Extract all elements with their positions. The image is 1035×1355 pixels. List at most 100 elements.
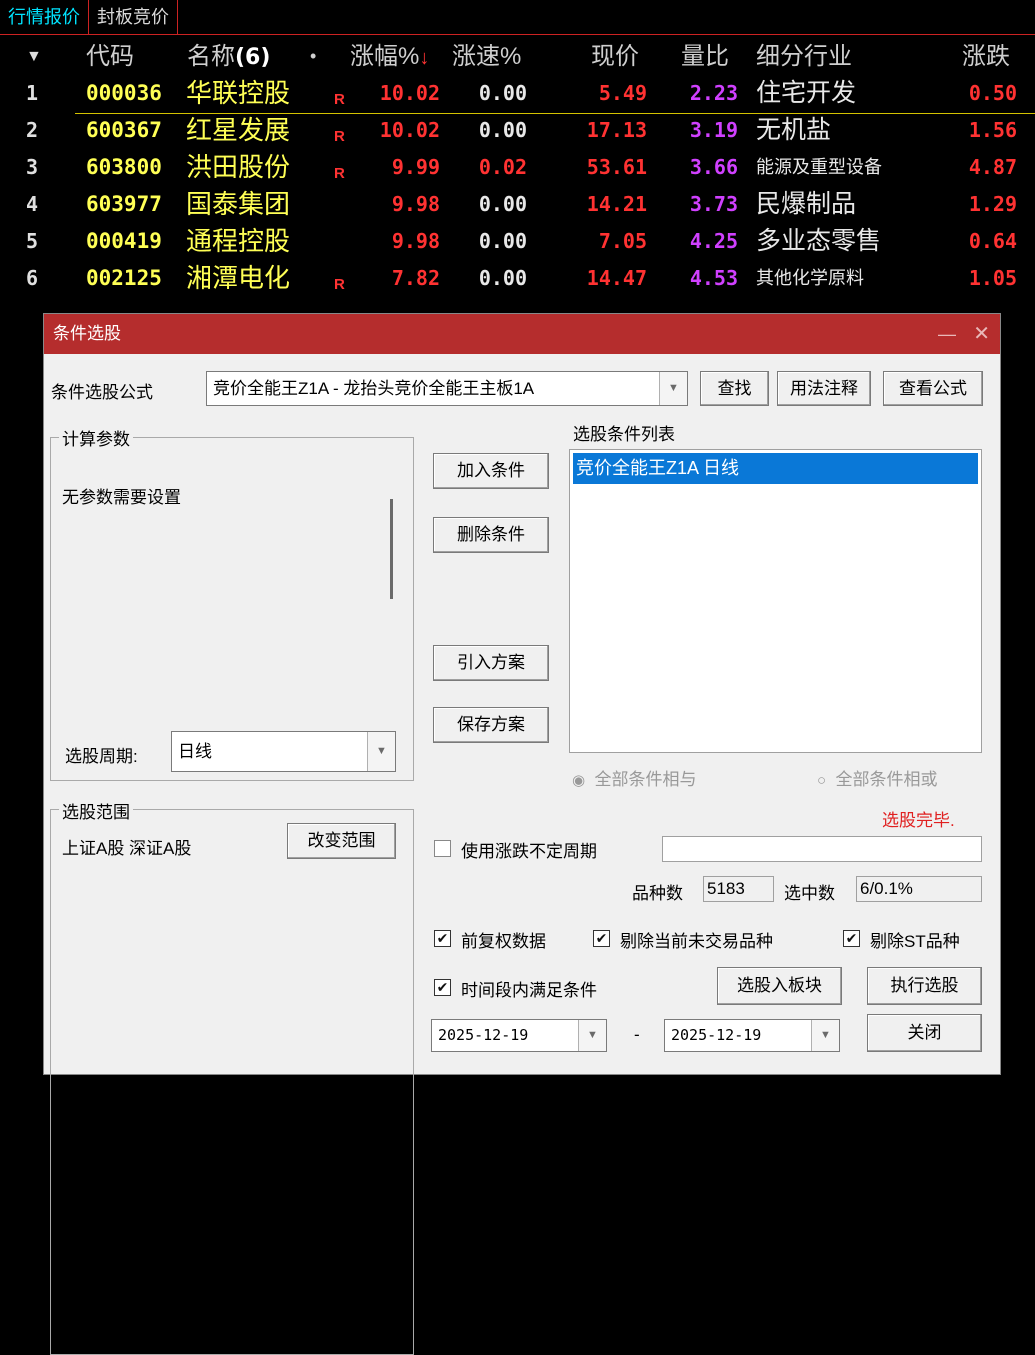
tab-market-quote[interactable]: 行情报价 <box>0 0 89 34</box>
radio-and[interactable]: ◉ 全部条件相与 <box>572 765 697 790</box>
range-group-label: 选股范围 <box>59 798 133 823</box>
delete-condition-button[interactable]: 删除条件 <box>433 517 549 553</box>
to-block-button[interactable]: 选股入板块 <box>717 967 842 1005</box>
row-index: 2 <box>26 118 39 142</box>
stock-name: 华联控股 <box>186 78 291 108</box>
financing-flag: R <box>334 276 345 293</box>
period-select[interactable]: 日线 ▼ <box>171 731 396 772</box>
table-row[interactable]: 1 000036 华联控股 R 10.02 0.00 5.49 2.23 住宅开发 0.50 <box>0 75 1035 112</box>
volume-ratio: 3.73 <box>689 192 738 216</box>
condition-screening-dialog: 条件选股 — ✕ 条件选股公式 竞价全能王Z1A - 龙抬头竞价全能王主板1A … <box>43 313 1001 1355</box>
date-to-picker[interactable]: 2025-12-19 ▼ <box>664 1019 840 1052</box>
industry: 民爆制品 <box>756 190 857 218</box>
stock-code: 000419 <box>86 229 162 253</box>
speed: 0.00 <box>478 192 527 216</box>
date-from-value: 2025-12-19 <box>438 1026 529 1044</box>
radio-or[interactable]: ○ 全部条件相或 <box>817 765 938 790</box>
minimize-icon[interactable]: — <box>938 314 956 354</box>
header-change[interactable]: 涨跌 <box>962 38 1010 75</box>
find-button[interactable]: 查找 <box>700 371 769 406</box>
chevron-down-icon[interactable]: ▼ <box>367 732 395 771</box>
count-label: 品种数 <box>632 884 683 903</box>
timerange-checkbox[interactable]: ✔ <box>434 979 451 996</box>
header-code[interactable]: 代码 <box>86 38 134 75</box>
quote-table: ▼ 代码 名称(6) • 涨幅%↓ 涨速% 现价 量比 细分行业 涨跌 1 000… <box>0 38 1035 297</box>
check-icon: ✔ <box>845 930 858 946</box>
header-pct-change[interactable]: 涨幅%↓ <box>350 38 429 77</box>
row-index: 4 <box>26 192 39 216</box>
date-to-value: 2025-12-19 <box>671 1026 762 1044</box>
pct-change: 10.02 <box>379 118 440 142</box>
dialog-titlebar[interactable]: 条件选股 — ✕ <box>44 314 1000 354</box>
sort-menu-icon[interactable]: ▼ <box>26 38 42 75</box>
range-group <box>50 809 414 1355</box>
check-icon: ✔ <box>436 930 449 946</box>
table-row[interactable]: 5 000419 通程控股 9.98 0.00 7.05 4.25 多业态零售 0.64 <box>0 223 1035 260</box>
params-scrollbar-thumb[interactable] <box>390 499 393 599</box>
pct-change: 9.99 <box>391 155 440 179</box>
params-text: 无参数需要设置 <box>62 488 181 507</box>
execute-button[interactable]: 执行选股 <box>867 967 982 1005</box>
formula-label: 条件选股公式 <box>51 383 153 402</box>
tab-limit-bidding[interactable]: 封板竞价 <box>89 0 178 34</box>
pct-change: 7.82 <box>391 266 440 290</box>
table-row[interactable]: 2 600367 红星发展 R 10.02 0.00 17.13 3.19 无机盐 1.56 <box>0 112 1035 149</box>
table-row[interactable]: 3 603800 洪田股份 R 9.99 0.02 53.61 3.66 能源及重型设备 4.87 <box>0 149 1035 186</box>
usage-notes-button[interactable]: 用法注释 <box>777 371 871 406</box>
industry: 其他化学原料 <box>756 268 864 288</box>
chevron-down-icon[interactable]: ▼ <box>659 372 687 405</box>
pct-change: 10.02 <box>379 81 440 105</box>
add-condition-button[interactable]: 加入条件 <box>433 453 549 489</box>
condition-list-item[interactable]: 竞价全能王Z1A 日线 <box>573 453 978 484</box>
industry: 住宅开发 <box>756 79 857 107</box>
range-text: 上证A股 深证A股 <box>62 839 192 858</box>
exclude-untraded-label: 剔除当前未交易品种 <box>620 932 773 951</box>
header-vol-ratio[interactable]: 量比 <box>681 38 729 75</box>
stock-code: 002125 <box>86 266 162 290</box>
period-select-value: 日线 <box>178 742 212 761</box>
import-plan-button[interactable]: 引入方案 <box>433 645 549 681</box>
speed: 0.02 <box>478 155 527 179</box>
row-index: 1 <box>26 81 39 105</box>
change-range-button[interactable]: 改变范围 <box>287 823 396 859</box>
exclude-st-checkbox[interactable]: ✔ <box>843 930 860 947</box>
header-name[interactable]: 名称(6) <box>187 38 270 76</box>
check-icon: ✔ <box>595 930 608 946</box>
volume-ratio: 3.66 <box>689 155 738 179</box>
timerange-label: 时间段内满足条件 <box>461 981 597 1000</box>
condition-list[interactable]: 竞价全能王Z1A 日线 <box>569 449 982 753</box>
chevron-down-icon[interactable]: ▼ <box>811 1020 839 1051</box>
exclude-untraded-checkbox[interactable]: ✔ <box>593 930 610 947</box>
adj-checkbox[interactable]: ✔ <box>434 930 451 947</box>
params-scrollbar[interactable] <box>377 466 394 684</box>
count-value: 5183 <box>703 876 774 902</box>
table-row[interactable]: 6 002125 湘潭电化 R 7.82 0.00 14.47 4.53 其他化学原料 1.05 <box>0 260 1035 297</box>
header-speed[interactable]: 涨速% <box>452 38 521 75</box>
irregular-period-input[interactable] <box>662 836 982 862</box>
radio-unselected-icon: ○ <box>817 772 827 789</box>
chevron-down-icon[interactable]: ▼ <box>578 1020 606 1051</box>
exclude-st-label: 剔除ST品种 <box>870 932 960 951</box>
price: 14.21 <box>586 192 647 216</box>
view-formula-button[interactable]: 查看公式 <box>883 371 983 406</box>
sort-desc-arrow-icon: ↓ <box>419 47 430 69</box>
top-tabs: 行情报价 封板竞价 <box>0 0 178 34</box>
table-row[interactable]: 4 603977 国泰集团 9.98 0.00 14.21 3.73 民爆制品 1.29 <box>0 186 1035 223</box>
stock-name: 洪田股份 <box>186 152 291 182</box>
header-price[interactable]: 现价 <box>591 38 639 75</box>
close-button[interactable]: 关闭 <box>867 1014 982 1052</box>
save-plan-button[interactable]: 保存方案 <box>433 707 549 743</box>
header-industry[interactable]: 细分行业 <box>756 38 852 75</box>
stock-name: 国泰集团 <box>186 189 291 219</box>
change: 4.87 <box>968 155 1017 179</box>
formula-select[interactable]: 竞价全能王Z1A - 龙抬头竞价全能王主板1A ▼ <box>206 371 688 406</box>
change: 0.64 <box>968 229 1017 253</box>
date-from-picker[interactable]: 2025-12-19 ▼ <box>431 1019 607 1052</box>
irregular-period-checkbox[interactable] <box>434 840 451 857</box>
close-icon[interactable]: ✕ <box>973 314 990 354</box>
stock-name: 通程控股 <box>186 226 291 256</box>
stock-code: 000036 <box>86 81 162 105</box>
stock-code: 603800 <box>86 155 162 179</box>
price: 5.49 <box>598 81 647 105</box>
stock-name: 红星发展 <box>186 115 291 145</box>
